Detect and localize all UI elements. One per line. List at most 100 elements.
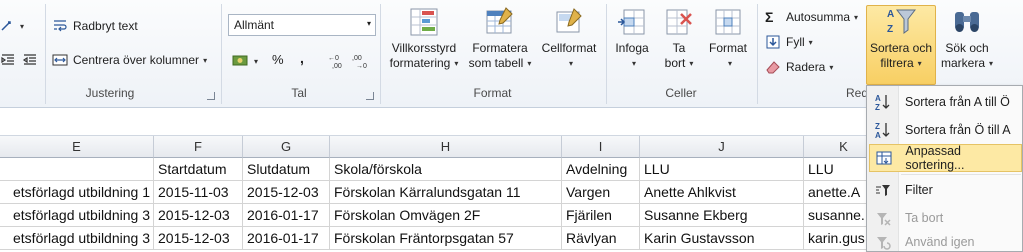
conditional-formatting-button[interactable]: Villkorsstyrd formatering ▾ xyxy=(384,6,464,71)
cell[interactable]: LLU xyxy=(640,158,804,181)
merge-center-button[interactable]: Centrera över kolumner ▾ xyxy=(52,52,207,68)
svg-text:,00: ,00 xyxy=(352,55,362,62)
cell[interactable]: etsförlagd utbildning 3 xyxy=(0,227,154,250)
cell[interactable]: Startdatum xyxy=(154,158,243,181)
conditional-formatting-icon xyxy=(410,8,438,36)
insert-cells-icon xyxy=(618,9,645,35)
menu-item-label: Sortera från Ö till A xyxy=(905,123,1011,137)
chevron-down-icon: ▾ xyxy=(454,59,459,68)
currency-format-button[interactable]: ▾ xyxy=(232,53,258,69)
column-header-f[interactable]: F xyxy=(154,136,243,158)
menu-item-reapply[interactable]: Använd igen xyxy=(869,232,1022,252)
conditional-formatting-label-2: formatering xyxy=(389,56,451,70)
column-header-e[interactable]: E xyxy=(0,136,154,158)
svg-text:Z: Z xyxy=(887,24,893,35)
sort-filter-icon: AZ xyxy=(887,9,917,35)
cell[interactable]: Avdelning xyxy=(562,158,640,181)
decrease-decimal-button[interactable]: ,00 →0 xyxy=(352,53,372,69)
cell[interactable]: 2015-12-03 xyxy=(154,227,243,250)
cell[interactable]: 2016-01-17 xyxy=(243,227,330,250)
format-button[interactable]: Format ▾ xyxy=(704,6,752,71)
cell-styles-label: Cellformat xyxy=(541,41,597,55)
increase-decimal-icon: ←0,00 xyxy=(328,55,342,69)
delete-label-2: bort xyxy=(664,56,686,70)
clear-button[interactable]: Radera ▾ xyxy=(765,59,833,75)
menu-item-sort-a-z[interactable]: AZ Sortera från A till Ö xyxy=(869,88,1022,116)
sort-filter-button[interactable]: AZ Sortera och filtrera ▾ xyxy=(866,6,936,71)
menu-item-clear-filter[interactable]: Ta bort xyxy=(869,204,1022,232)
cell[interactable]: Slutdatum xyxy=(243,158,330,181)
menu-item-sort-z-a[interactable]: ZA Sortera från Ö till A xyxy=(869,116,1022,144)
format-as-table-label-2: som tabell xyxy=(468,56,524,70)
column-header-h[interactable]: H xyxy=(330,136,562,158)
indent-icon xyxy=(1,54,14,65)
cell[interactable]: Skola/förskola xyxy=(330,158,562,181)
cell[interactable]: Förskolan Fräntorpsgatan 57 xyxy=(330,227,562,250)
column-header-j[interactable]: J xyxy=(640,136,804,158)
chevron-down-icon: ▾ xyxy=(631,59,636,68)
find-select-button[interactable]: Sök och markera ▾ xyxy=(938,6,996,71)
comma-button[interactable]: , xyxy=(300,50,304,66)
number-format-select[interactable]: Allmänt ▾ xyxy=(228,14,376,36)
cell[interactable]: 2015-12-03 xyxy=(154,204,243,227)
sort-filter-menu: AZ Sortera från A till Ö ZA Sortera från… xyxy=(866,85,1023,252)
cell[interactable]: Fjärilen xyxy=(562,204,640,227)
decrease-indent-button[interactable] xyxy=(22,52,38,68)
svg-text:A: A xyxy=(875,94,881,103)
insert-button[interactable]: Infoga ▾ xyxy=(610,6,654,71)
chevron-down-icon: ▾ xyxy=(829,62,834,72)
cell[interactable]: 2015-11-03 xyxy=(154,181,243,204)
delete-label-1: Ta xyxy=(672,41,686,55)
find-select-label-2: markera xyxy=(940,56,985,70)
wrap-text-button[interactable]: Radbryt text xyxy=(52,18,138,34)
menu-item-label: Anpassad sortering... xyxy=(905,144,965,172)
chevron-down-icon: ▾ xyxy=(689,59,694,68)
cell[interactable]: Förskolan Kärralundsgatan 11 xyxy=(330,181,562,204)
decrease-indent-icon xyxy=(22,54,36,65)
dialog-launcher-icon[interactable] xyxy=(366,92,374,100)
fill-button[interactable]: Fyll ▾ xyxy=(765,34,813,50)
binoculars-icon xyxy=(955,12,979,32)
menu-separator xyxy=(901,174,1021,175)
delete-button[interactable]: Ta bort ▾ xyxy=(656,6,702,71)
number-format-value: Allmänt xyxy=(234,18,275,32)
svg-text:Z: Z xyxy=(875,122,880,131)
cell[interactable] xyxy=(0,158,154,181)
cell[interactable]: etsförlagd utbildning 1 xyxy=(0,181,154,204)
orientation-button[interactable]: ▾ xyxy=(0,18,24,34)
format-as-table-label-1: Formatera xyxy=(472,41,528,55)
cell[interactable]: etsförlagd utbildning 3 xyxy=(0,204,154,227)
custom-sort-icon xyxy=(870,150,897,166)
dialog-launcher-icon[interactable] xyxy=(207,92,215,100)
cell[interactable]: Karin Gustavsson xyxy=(640,227,804,250)
conditional-formatting-label-1: Villkorsstyrd xyxy=(391,41,457,55)
percent-button[interactable]: % xyxy=(272,52,284,67)
cell[interactable]: 2016-01-17 xyxy=(243,204,330,227)
cell[interactable]: Vargen xyxy=(562,181,640,204)
column-header-g[interactable]: G xyxy=(243,136,330,158)
orientation-icon xyxy=(1,21,11,31)
chevron-down-icon: ▾ xyxy=(727,59,732,68)
eraser-icon xyxy=(766,61,780,74)
sigma-icon: Σ xyxy=(765,9,774,25)
autosum-label: Autosumma xyxy=(786,10,851,24)
cell-styles-button[interactable]: Cellformat ▾ xyxy=(536,6,602,71)
wrap-text-label: Radbryt text xyxy=(73,19,138,33)
chevron-down-icon: ▾ xyxy=(527,59,532,68)
cell-styles-icon xyxy=(556,8,582,33)
wrap-text-icon xyxy=(54,20,67,32)
indent-button[interactable] xyxy=(0,52,16,68)
insert-label: Infoga xyxy=(615,41,649,55)
cell[interactable]: Rävlyan xyxy=(562,227,640,250)
cell[interactable]: 2015-12-03 xyxy=(243,181,330,204)
menu-item-custom-sort[interactable]: Anpassad sortering... xyxy=(869,144,1022,172)
menu-item-filter[interactable]: Filter xyxy=(869,176,1022,204)
column-header-i[interactable]: I xyxy=(562,136,640,158)
cell[interactable]: Förskolan Omvägen 2F xyxy=(330,204,562,227)
format-as-table-button[interactable]: Formatera som tabell ▾ xyxy=(466,6,534,71)
cell[interactable]: Susanne Ekberg xyxy=(640,204,804,227)
cell[interactable]: Anette Ahlkvist xyxy=(640,181,804,204)
autosum-button[interactable]: Σ Autosumma ▾ xyxy=(765,9,858,25)
svg-text:→0: →0 xyxy=(356,63,367,69)
increase-decimal-button[interactable]: ←0,00 xyxy=(328,53,348,69)
